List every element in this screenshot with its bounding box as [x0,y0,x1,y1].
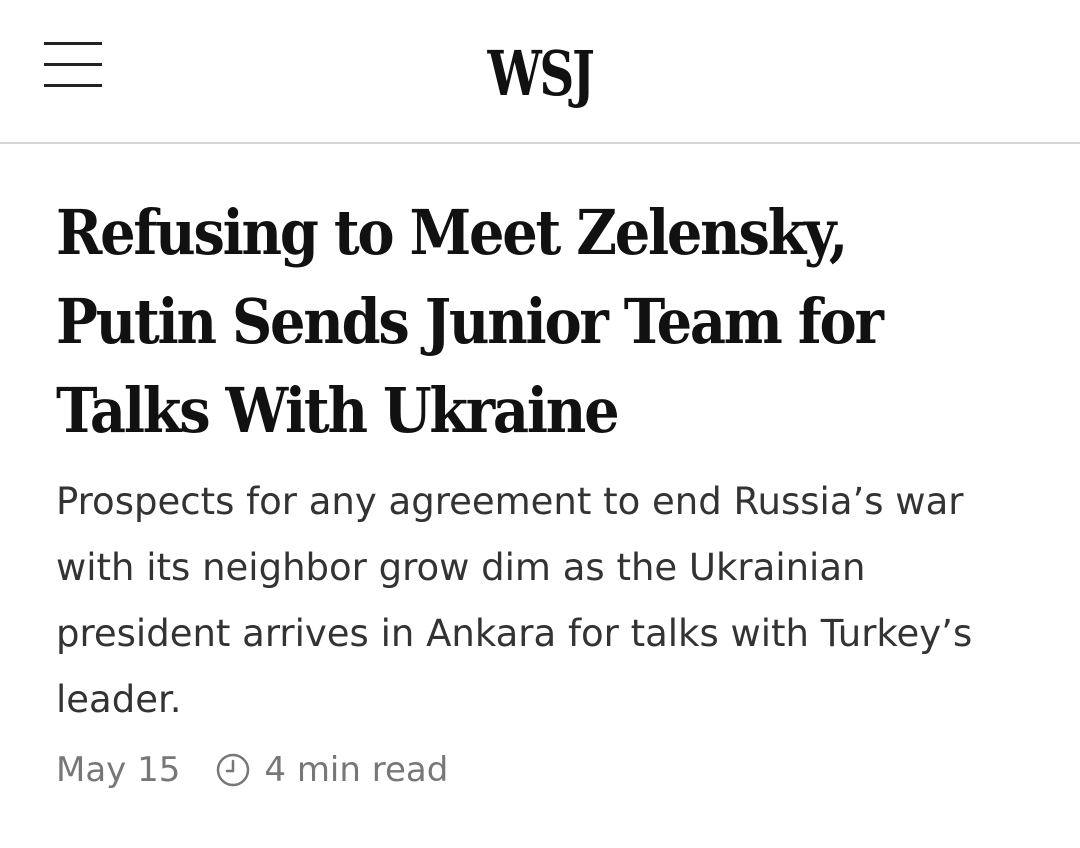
article-date: May 15 [56,750,181,790]
article-summary[interactable]: Refusing to Meet Zelensky, Putin Sends J… [56,188,1036,733]
site-header: WSJ [0,0,1080,144]
article-headline[interactable]: Refusing to Meet Zelensky, Putin Sends J… [56,188,1010,455]
clock-icon [216,753,250,787]
article-dek: Prospects for any agreement to end Russi… [56,480,973,721]
read-time: 4 min read [264,750,449,790]
menu-bar-middle [44,63,102,66]
menu-bar-top [44,42,102,45]
article-meta: May 15 4 min read [56,744,448,796]
site-logo[interactable]: WSJ [462,34,618,114]
menu-bar-bottom [44,84,102,87]
hamburger-menu-icon[interactable] [44,42,104,90]
